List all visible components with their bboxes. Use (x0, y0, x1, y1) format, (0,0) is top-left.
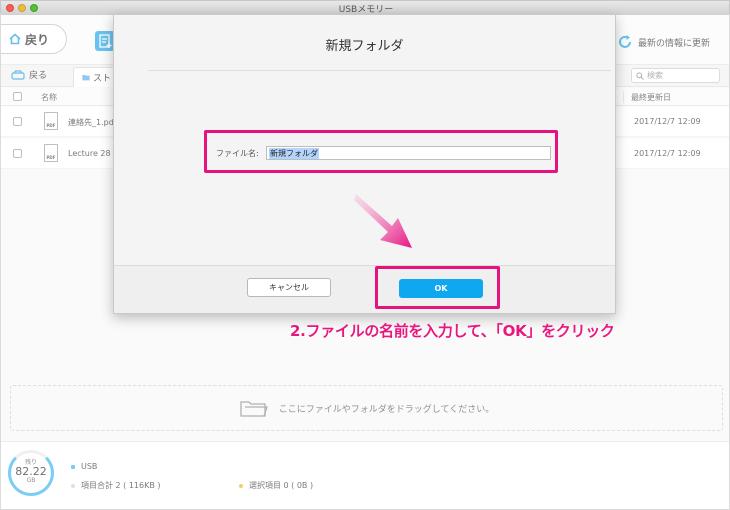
dialog-divider (148, 70, 611, 71)
highlight-box-input (204, 130, 558, 173)
dialog-button-bar (114, 265, 615, 313)
dialog-title: 新規フォルダ (325, 39, 404, 54)
instruction-caption: 2.ファイルの名前を入力して、「OK」をクリック (290, 322, 615, 340)
highlight-box-ok (375, 266, 500, 309)
cancel-button[interactable]: キャンセル (247, 278, 331, 297)
title-bar: USBメモリー (1, 1, 729, 15)
arrow-icon (354, 194, 412, 248)
